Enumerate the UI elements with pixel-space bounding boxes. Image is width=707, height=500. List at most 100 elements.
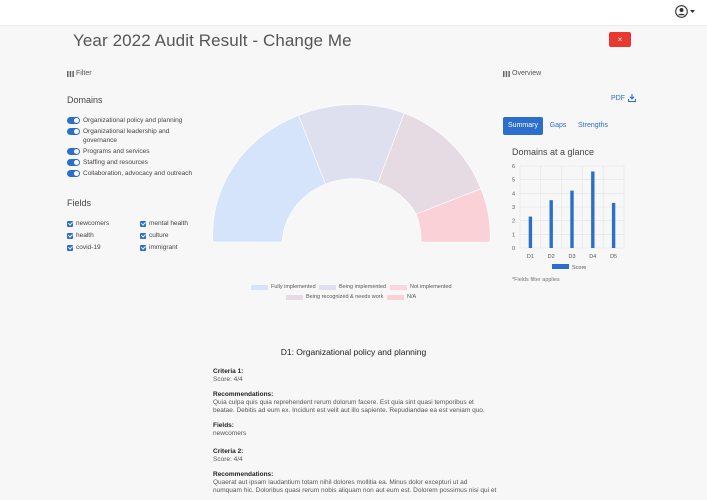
x-tick-label: D2	[548, 254, 555, 260]
legend-item[interactable]: Not implemented	[390, 284, 452, 290]
gauge-segment-being-recognized	[377, 112, 482, 215]
filter-label: Filter	[76, 70, 92, 77]
domain-detail-heading: D1: Organizational policy and planning	[280, 347, 427, 357]
recommendations-label: Recommendations:	[213, 470, 274, 478]
legend-swatch	[251, 284, 268, 290]
legend-swatch	[319, 284, 336, 290]
user-menu[interactable]	[675, 5, 695, 18]
recommendations-text: numquam hic. Doloribus quasi rerum nobis…	[213, 487, 497, 494]
field-checkbox-item[interactable]: health	[67, 231, 140, 240]
chart-title: Domains at a glance	[512, 147, 595, 157]
y-tick-label: 5	[512, 178, 515, 184]
legend-label: Being recognized & needs work	[306, 294, 384, 300]
field-label: covid-19	[76, 244, 101, 251]
domains-title: Domains	[67, 95, 103, 105]
x-tick-label: D5	[610, 254, 617, 260]
user-avatar-icon	[675, 5, 688, 18]
domain-toggle-item[interactable]: Collaboration, advocacy and outreach	[67, 169, 202, 178]
field-label: health	[76, 232, 94, 239]
legend-item[interactable]: N/A	[387, 294, 416, 300]
recommendations-label: Recommendations:	[213, 390, 274, 398]
bar	[591, 171, 595, 248]
fields-filter-note: *Fields filter applies	[512, 277, 560, 283]
domain-label: Staffing and resources	[83, 159, 148, 166]
grid-icon	[67, 70, 74, 77]
legend-item[interactable]: Fully implemented	[251, 284, 316, 290]
x-tick-label: D1	[527, 254, 534, 260]
tab-gaps[interactable]: Gaps	[546, 117, 570, 135]
close-button[interactable]: ×	[609, 32, 631, 47]
top-bar	[0, 0, 707, 26]
legend-swatch	[390, 284, 407, 290]
y-tick-label: 1	[512, 232, 515, 238]
domain-label: Organizational policy and planning	[83, 117, 183, 124]
legend-item[interactable]: Being recognized & needs work	[286, 294, 383, 300]
legend-item[interactable]: Being implemented	[319, 284, 386, 290]
field-checkbox-item[interactable]: newcomers	[67, 219, 140, 228]
legend-label: Not implemented	[410, 284, 452, 290]
criteria-list: Criteria 1: Score: 4/4 Recommendations: …	[213, 368, 498, 496]
x-tick-label: D3	[568, 254, 575, 260]
fields-title: Fields	[67, 198, 92, 208]
legend-swatch	[286, 294, 303, 300]
y-tick-label: 0	[512, 246, 515, 252]
domain-label: Programs and services	[83, 148, 150, 155]
domain-toggle-item[interactable]: Organizational policy and planning	[67, 116, 202, 125]
criteria-score: Score: 4/4	[213, 456, 243, 463]
checkbox[interactable]	[67, 220, 73, 227]
x-tick-label: D4	[589, 254, 596, 260]
legend-label: N/A	[407, 294, 417, 300]
gauge-segment-being-implemented	[298, 104, 405, 185]
recommendations-text: Quia culpa quis quia reprehendent rerum …	[213, 398, 474, 406]
field-checkbox-item[interactable]: mental health	[140, 219, 207, 228]
toggle-switch[interactable]	[67, 148, 80, 155]
gauge-segment-not-implemented	[415, 188, 491, 243]
caret-down-icon	[690, 9, 695, 13]
bar	[611, 202, 616, 248]
page-title: Year 2022 Audit Result - Change Me	[73, 31, 352, 50]
legend-label: Being implemented	[339, 284, 387, 290]
domain-toggle-item[interactable]: Programs and services	[67, 147, 202, 156]
download-icon[interactable]	[628, 94, 636, 102]
grid-icon	[503, 70, 510, 77]
criteria-title: Criteria 1:	[213, 368, 244, 375]
gauge-segment-fully-implemented	[212, 115, 326, 243]
y-tick-label: 4	[512, 191, 515, 197]
checkbox[interactable]	[67, 232, 73, 239]
toggle-switch[interactable]	[67, 170, 80, 177]
tab-summary[interactable]: Summary	[503, 117, 543, 135]
domain-toggle-item[interactable]: Organizational leadership and governance	[67, 127, 202, 145]
fields-value: newcomers	[213, 429, 247, 437]
bar	[549, 200, 553, 248]
fields-label: Fields:	[213, 421, 234, 429]
legend-swatch	[387, 294, 404, 300]
field-checkbox-item[interactable]: culture	[140, 231, 207, 240]
domain-toggle-item[interactable]: Staffing and resources	[67, 158, 202, 167]
checkbox[interactable]	[67, 244, 73, 251]
criteria-score: Score: 4/4	[213, 376, 243, 383]
legend-label: Fully implemented	[271, 284, 316, 290]
checkbox[interactable]	[140, 220, 146, 227]
legend-label: Score	[572, 265, 586, 271]
domains-list: Organizational policy and planning Organ…	[67, 116, 202, 180]
criteria-title: Criteria 2:	[213, 448, 244, 455]
toggle-switch[interactable]	[67, 117, 80, 124]
y-tick-label: 3	[512, 205, 515, 211]
toggle-switch[interactable]	[67, 128, 80, 135]
criteria-block: Criteria 2: Score: 4/4 Recommendations: …	[213, 448, 498, 496]
pdf-link[interactable]: PDF	[611, 95, 625, 102]
domains-bar-chart: 0 1 2 3 4 5 6 D1 D2 D3 D4 D5 Score	[512, 164, 625, 271]
tab-strengths[interactable]: Strengths	[575, 117, 611, 135]
y-tick-label: 2	[512, 219, 515, 225]
field-label: culture	[149, 232, 169, 239]
toggle-switch[interactable]	[67, 159, 80, 166]
field-checkbox-item[interactable]: immigrant	[140, 243, 207, 252]
field-label: immigrant	[149, 244, 178, 251]
y-tick-label: 6	[512, 164, 515, 170]
field-checkbox-item[interactable]: covid-19	[67, 243, 140, 252]
overview-header: Overview	[503, 70, 541, 77]
recommendations-text: Quaerat aut ipsam laudantium totam nihil…	[213, 478, 468, 486]
checkbox[interactable]	[140, 244, 146, 251]
checkbox[interactable]	[140, 232, 146, 239]
criteria-block: Criteria 1: Score: 4/4 Recommendations: …	[213, 368, 498, 438]
